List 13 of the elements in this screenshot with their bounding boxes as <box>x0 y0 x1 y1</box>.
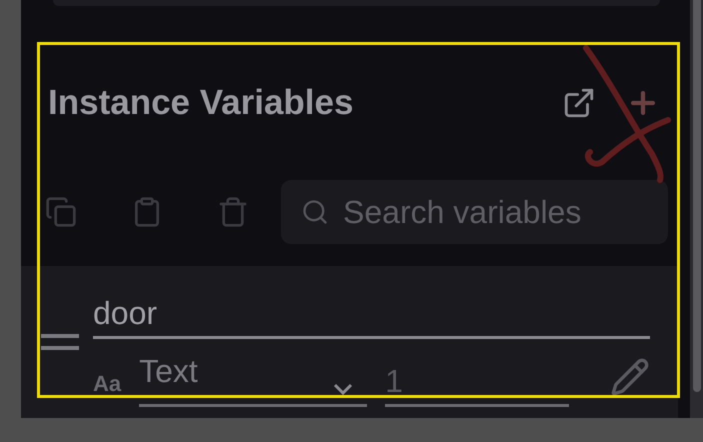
type-select[interactable]: Text <box>139 353 368 407</box>
delete-button[interactable] <box>217 196 249 228</box>
search-field[interactable]: Search variables <box>281 180 668 244</box>
type-icon: Aa <box>93 371 122 397</box>
search-input[interactable]: Search variables <box>341 192 645 232</box>
copy-button[interactable] <box>45 196 77 228</box>
open-external-button[interactable] <box>562 86 596 120</box>
edit-button[interactable] <box>610 357 650 397</box>
drag-handle-icon[interactable] <box>39 333 81 351</box>
section-title: Instance Variables <box>48 83 354 123</box>
chevron-icon <box>333 383 354 395</box>
search-icon <box>301 198 329 226</box>
scrollbar-thumb[interactable] <box>692 0 700 392</box>
